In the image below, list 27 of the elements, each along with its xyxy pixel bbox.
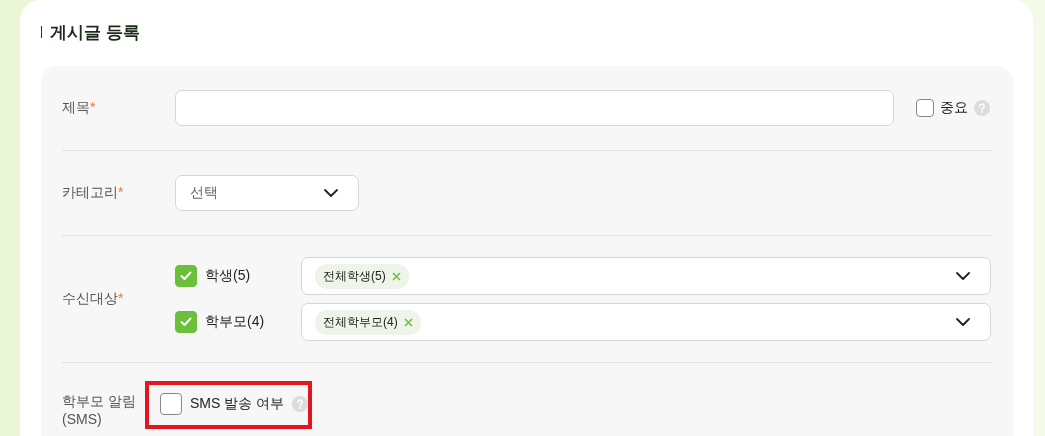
- close-icon[interactable]: [403, 317, 413, 327]
- page-title: 게시글 등록: [50, 21, 140, 44]
- chevron-down-icon: [956, 318, 970, 326]
- checkbox-label: 학부모(4): [205, 313, 265, 331]
- chevron-down-icon: [956, 272, 970, 280]
- chevron-down-icon: [324, 189, 338, 197]
- recipient-tag: 전체학생(5): [315, 263, 409, 289]
- recipient-tag: 전체학부모(4): [315, 309, 421, 335]
- recipient-select[interactable]: 전체학부모(4): [301, 303, 991, 341]
- field-label: 학부모 알림 (SMS): [62, 393, 137, 427]
- help-icon[interactable]: [292, 396, 309, 412]
- close-icon[interactable]: [391, 271, 401, 281]
- checkbox-label: 중요: [940, 99, 968, 117]
- field-label: 제목*: [62, 99, 97, 117]
- check-icon: [180, 271, 192, 281]
- field-label: 카테고리*: [62, 184, 125, 202]
- checkbox[interactable]: [175, 265, 197, 287]
- field-label: 수신대상*: [62, 290, 125, 308]
- check-icon: [180, 317, 192, 327]
- checkbox-label: SMS 발송 여부: [190, 395, 285, 413]
- checkbox-label: 학생(5): [205, 267, 251, 285]
- checkbox[interactable]: [160, 393, 182, 415]
- category-select[interactable]: 선택: [175, 175, 359, 211]
- recipient-select[interactable]: 전체학생(5): [301, 257, 991, 295]
- checkbox[interactable]: [175, 311, 197, 333]
- checkbox[interactable]: [916, 99, 934, 117]
- title-input[interactable]: [175, 90, 894, 126]
